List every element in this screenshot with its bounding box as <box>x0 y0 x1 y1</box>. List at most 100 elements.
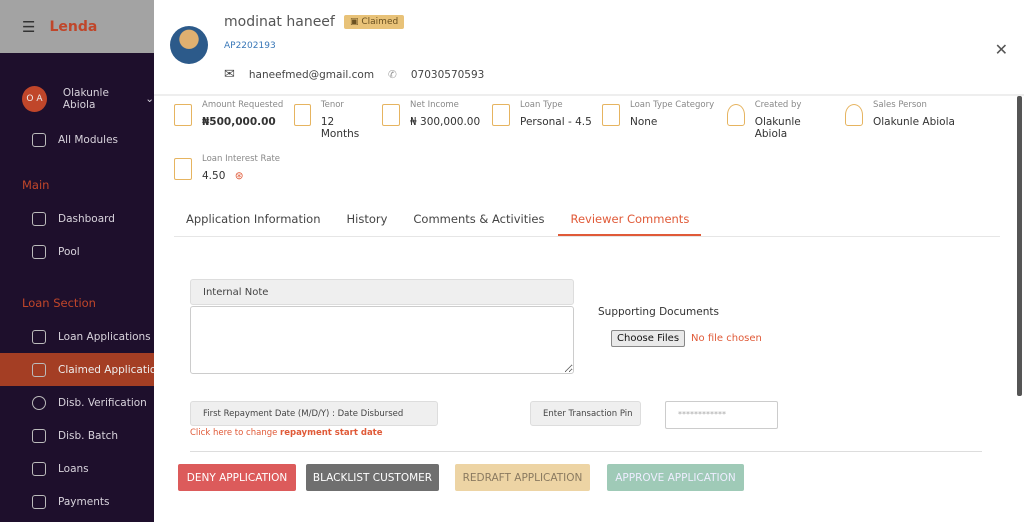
label: Loan Interest Rate <box>202 154 281 164</box>
bell-icon <box>32 494 46 509</box>
repayment-date-field[interactable]: First Repayment Date (M/D/Y) : Date Disb… <box>190 401 438 426</box>
value: Olakunle Abiola <box>873 116 955 128</box>
label: Created by <box>754 100 802 110</box>
money-bag-icon <box>174 104 192 126</box>
choose-files-button[interactable]: Choose Files <box>611 330 686 347</box>
mail-icon: ✉ <box>224 67 235 82</box>
chevron-down-icon: ⌄ <box>145 93 154 105</box>
sidebar-item-disb-batch[interactable]: Disb. Batch <box>0 419 154 452</box>
sidebar-item-all-modules[interactable]: All Modules <box>0 123 154 156</box>
dashboard-icon <box>32 211 46 226</box>
divider <box>190 451 982 452</box>
sidebar: O A Olakunle Abiola ⌄ All Modules Main Das… <box>0 53 154 522</box>
value: Olakunle Abiola <box>754 116 801 140</box>
edit-rate-icon[interactable]: ⊛ <box>235 170 244 182</box>
building-icon <box>382 104 400 126</box>
user-menu[interactable]: O A Olakunle Abiola ⌄ <box>0 53 154 119</box>
label: Loan Type Category <box>630 100 715 110</box>
menu-icon[interactable]: ☰ <box>22 18 35 36</box>
label: Claimed Applications <box>58 363 154 376</box>
sidebar-item-dashboard[interactable]: Dashboard <box>0 202 154 235</box>
check-circle-icon <box>32 395 46 410</box>
status-badge: ▣ Claimed <box>344 15 405 29</box>
value: 12 Months <box>320 116 360 140</box>
transaction-pin-input[interactable]: ************ <box>665 401 778 429</box>
label: Pool <box>58 245 80 258</box>
logo: Lenda <box>49 18 98 35</box>
application-drawer: modinat haneef ▣ Claimed AP2202193 ✉ hane… <box>154 0 1024 522</box>
sidebar-item-pool[interactable]: Pool <box>0 235 154 268</box>
blacklist-customer-button[interactable]: BLACKLIST CUSTOMER <box>306 464 439 491</box>
sidebar-item-payments[interactable]: Payments <box>0 485 154 518</box>
top-bar: ☰ Lenda <box>0 0 154 53</box>
approve-application-button[interactable]: APPROVE APPLICATION <box>607 464 744 491</box>
sidebar-item-claimed-applications[interactable]: Claimed Applications <box>0 353 154 386</box>
value: ₦500,000.00 <box>202 116 276 128</box>
user-icon <box>727 104 745 126</box>
eye-icon <box>32 362 46 377</box>
label: Tenor <box>320 100 344 110</box>
document-icon <box>492 104 510 126</box>
label: All Modules <box>58 133 119 146</box>
tab-reviewer-comments[interactable]: Reviewer Comments <box>558 206 702 236</box>
field-sales-person: Sales Person Olakunle Abiola <box>845 100 965 140</box>
field-net-income: Net Income ₦ 300,000.00 <box>382 100 482 140</box>
tab-bar: Application Information History Comments… <box>174 206 1000 237</box>
customer-name: modinat haneef <box>224 14 335 30</box>
document-icon <box>602 104 620 126</box>
label: Disb. Verification <box>58 396 147 409</box>
close-icon[interactable]: ✕ <box>995 40 1008 59</box>
section-loan: Loan Section <box>22 296 96 310</box>
field-loan-type: Loan Type Personal - 4.5 <box>492 100 592 140</box>
value: ₦ 300,000.00 <box>410 116 481 128</box>
no-file-text: No file chosen <box>691 333 762 344</box>
value: None <box>630 116 658 128</box>
phone: 07030570593 <box>410 68 485 81</box>
tab-application-information[interactable]: Application Information <box>174 206 332 236</box>
redraft-application-button[interactable]: REDRAFT APPLICATION <box>455 464 590 491</box>
phone-icon: ✆ <box>388 68 397 81</box>
label: Dashboard <box>58 212 115 225</box>
tab-history[interactable]: History <box>334 206 399 236</box>
value: Personal - 4.5 <box>520 116 592 128</box>
grid-icon <box>32 132 46 147</box>
label: Payments <box>58 495 110 508</box>
money-hand-icon <box>32 461 46 476</box>
application-id: AP2202193 <box>224 41 276 51</box>
label: Amount Requested <box>202 100 284 110</box>
scrollbar[interactable] <box>1017 96 1022 396</box>
user-icon <box>845 104 863 126</box>
link-bold: repayment start date <box>280 428 383 438</box>
label: Net Income <box>410 100 459 110</box>
label: Loan Applications <box>58 330 151 343</box>
sidebar-item-loan-applications[interactable]: Loan Applications <box>0 320 154 353</box>
email: haneefmed@gmail.com <box>248 68 375 81</box>
label: Disb. Batch <box>58 429 118 442</box>
change-repayment-link[interactable]: Click here to change repayment start dat… <box>190 428 383 438</box>
tab-comments-activities[interactable]: Comments & Activities <box>401 206 556 236</box>
sidebar-item-loans[interactable]: Loans <box>0 452 154 485</box>
applications-icon <box>32 329 46 344</box>
label: Sales Person <box>873 100 927 110</box>
user-name: Olakunle Abiola <box>62 87 109 111</box>
label: Loans <box>58 462 89 475</box>
field-created-by: Created by Olakunle Abiola <box>727 100 835 140</box>
internal-note-label: Internal Note <box>190 279 574 305</box>
internal-note-input[interactable] <box>190 306 574 374</box>
section-main: Main <box>22 178 50 192</box>
sidebar-item-disb-verification[interactable]: Disb. Verification <box>0 386 154 419</box>
link-prefix: Click here to change <box>190 428 281 438</box>
field-loan-type-category: Loan Type Category None <box>602 100 717 140</box>
label: Loan Type <box>520 100 563 110</box>
calendar-icon <box>294 104 311 126</box>
transaction-pin-label: Enter Transaction Pin <box>530 401 641 426</box>
status-text: Claimed <box>361 17 399 27</box>
document-icon <box>174 158 192 180</box>
copy-icon <box>32 428 46 443</box>
deny-application-button[interactable]: DENY APPLICATION <box>178 464 296 491</box>
supporting-documents-label: Supporting Documents <box>598 306 719 318</box>
avatar: O A <box>22 86 47 112</box>
customer-header: modinat haneef ▣ Claimed AP2202193 ✉ hane… <box>154 0 1024 96</box>
field-tenor: Tenor 12 Months <box>294 100 372 140</box>
field-amount: Amount Requested ₦500,000.00 <box>174 100 284 140</box>
